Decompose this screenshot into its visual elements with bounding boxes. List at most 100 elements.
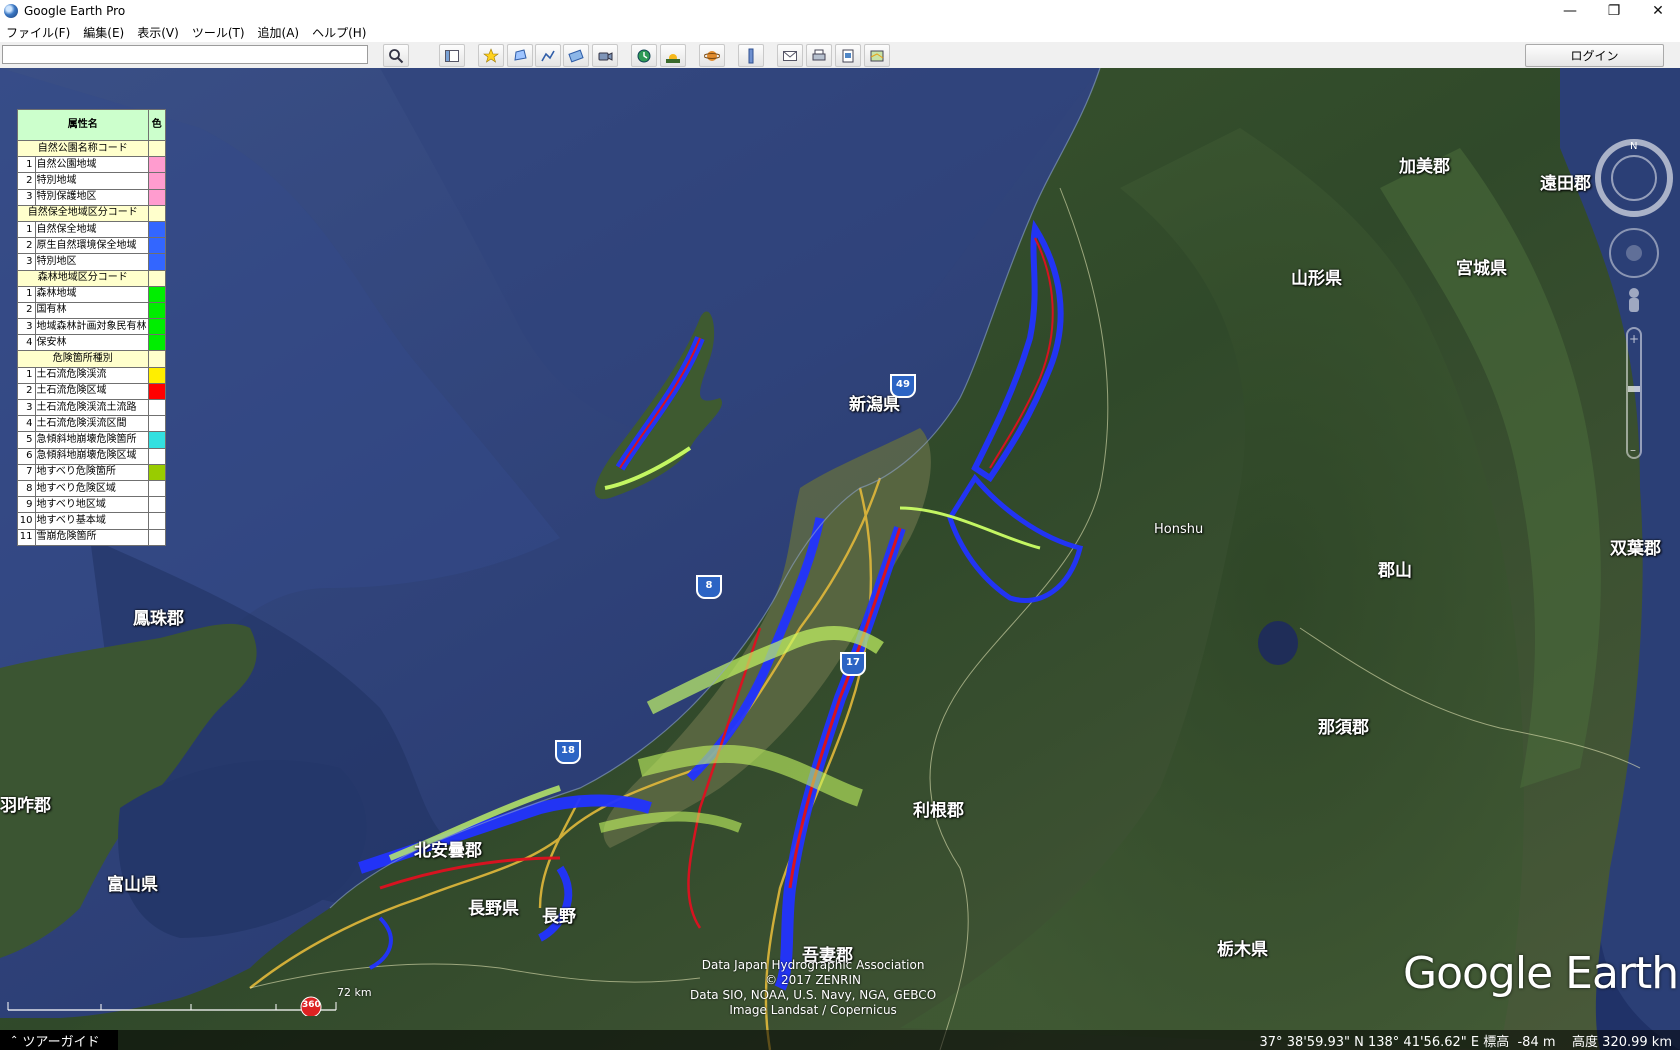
place-label[interactable]: 加美郡 <box>1399 152 1450 177</box>
map-icon <box>870 50 884 61</box>
legend-section-row: 森林地域区分コード <box>17 269 167 287</box>
legend-item-label: 地すべり危険区域 <box>34 479 149 498</box>
street-view-pegman-icon[interactable] <box>1629 288 1639 312</box>
restore-button[interactable]: ❐ <box>1592 0 1636 22</box>
legend-item-number: 10 <box>17 512 36 530</box>
tour-guide-button[interactable]: ⌃ ツアーガイド <box>0 1030 118 1050</box>
historical-imagery-button[interactable] <box>631 44 657 67</box>
place-label[interactable]: 栃木県 <box>1217 935 1268 960</box>
add-image-overlay-button[interactable] <box>563 44 589 67</box>
navigation-controls: N + – <box>1594 138 1674 478</box>
compass-icon[interactable]: N <box>1595 139 1673 217</box>
place-label[interactable]: 長野県 <box>468 894 519 919</box>
legend-item-number: 2 <box>17 237 36 255</box>
printer-icon <box>812 49 826 60</box>
look-joystick-icon[interactable] <box>1609 228 1659 278</box>
menu-tools[interactable]: ツール(T) <box>186 24 252 41</box>
legend-item-number: 2 <box>17 382 36 401</box>
svg-text:–: – <box>1630 443 1636 457</box>
ruler-button[interactable] <box>738 44 764 67</box>
sunlight-button[interactable] <box>660 44 686 67</box>
legend-color-swatch <box>147 431 167 449</box>
legend-item-label: 地すべり地区域 <box>34 496 149 514</box>
place-label[interactable]: 宮城県 <box>1456 254 1507 279</box>
legend-item-row: 3 土石流危険渓流土流路 <box>17 398 167 417</box>
sidebar-toggle-button[interactable] <box>439 44 465 67</box>
save-image-button[interactable] <box>835 44 861 67</box>
legend-item-row: 1 自然保全地域 <box>17 220 167 239</box>
legend-item-number: 11 <box>17 528 36 546</box>
record-tour-button[interactable] <box>592 44 618 67</box>
legend-color-swatch <box>147 253 167 271</box>
legend-item-row: 1 土石流危険渓流 <box>17 366 167 384</box>
legend-item-label: 土石流危険渓流土流路 <box>34 398 149 417</box>
toolbar: ログイン <box>0 42 1680 69</box>
email-button[interactable] <box>777 44 803 67</box>
add-path-button[interactable] <box>535 44 561 67</box>
legend-color-swatch <box>147 463 167 481</box>
satellite-terrain <box>0 68 1680 1050</box>
minimize-button[interactable]: — <box>1548 0 1592 22</box>
legend-color-swatch <box>147 172 167 190</box>
menu-add[interactable]: 追加(A) <box>252 24 307 41</box>
add-polygon-button[interactable] <box>507 44 533 67</box>
legend-section-row: 危険箇所種別 <box>17 350 167 368</box>
legend-color-swatch <box>147 398 167 417</box>
add-placemark-button[interactable] <box>478 44 504 67</box>
legend-item-label: 原生自然環境保全地域 <box>34 237 149 255</box>
legend-item-row: 5 急傾斜地崩壊危険箇所 <box>17 431 167 449</box>
place-label[interactable]: 山形県 <box>1291 264 1342 289</box>
place-label[interactable]: 北安曇郡 <box>414 836 482 861</box>
legend-section-title: 自然公園名称コード <box>17 139 149 158</box>
sun-icon <box>666 53 680 63</box>
legend-item-label: 自然保全地域 <box>34 220 149 239</box>
place-label[interactable]: Honshu <box>1154 522 1203 537</box>
legend-color-swatch <box>147 415 167 433</box>
menu-file[interactable]: ファイル(F) <box>0 24 77 41</box>
view-in-maps-button[interactable] <box>864 44 890 67</box>
place-label[interactable]: 利根郡 <box>913 796 964 821</box>
place-label[interactable]: 鳳珠郡 <box>133 604 184 629</box>
legend-item-number: 9 <box>17 496 36 514</box>
search-button[interactable] <box>383 44 409 67</box>
print-button[interactable] <box>806 44 832 67</box>
zoom-slider[interactable]: + – <box>1626 327 1642 459</box>
planets-button[interactable] <box>699 44 725 67</box>
save-image-icon <box>842 49 854 62</box>
google-earth-icon <box>4 4 18 18</box>
legend-color-swatch <box>147 496 167 514</box>
place-label[interactable]: 那須郡 <box>1318 713 1369 738</box>
legend-item-row: 3 地域森林計画対象民有林 <box>17 318 167 336</box>
legend-item-row: 4 保安林 <box>17 334 167 352</box>
legend-item-label: 保安林 <box>34 334 149 352</box>
menu-bar: ファイル(F) 編集(E) 表示(V) ツール(T) 追加(A) ヘルプ(H) <box>0 22 1680 42</box>
menu-view[interactable]: 表示(V) <box>131 24 186 41</box>
close-button[interactable]: ✕ <box>1636 0 1680 22</box>
legend-item-label: 自然公園地域 <box>34 156 149 174</box>
ruler-icon <box>748 48 754 63</box>
place-label[interactable]: 長野 <box>542 902 576 927</box>
legend-header-color: 色 <box>147 109 167 141</box>
legend-item-row: 2 国有林 <box>17 301 167 320</box>
legend-item-number: 1 <box>17 285 36 303</box>
place-label[interactable]: 羽咋郡 <box>0 791 51 816</box>
map-view[interactable]: 加美郡 遠田郡 山形県 宮城県 新潟県 Honshu 双葉郡 郡山 鳳珠郡 那須… <box>0 68 1680 1050</box>
menu-help[interactable]: ヘルプ(H) <box>306 24 373 41</box>
menu-edit[interactable]: 編集(E) <box>77 24 131 41</box>
search-input[interactable] <box>2 45 368 64</box>
legend-color-swatch <box>147 479 167 498</box>
polygon-icon <box>514 48 527 61</box>
place-label[interactable]: 双葉郡 <box>1610 534 1661 559</box>
search-icon <box>389 48 404 63</box>
legend-item-label: 特別地域 <box>34 172 149 190</box>
place-label[interactable]: 遠田郡 <box>1540 169 1591 194</box>
place-label[interactable]: 郡山 <box>1378 556 1412 581</box>
legend-section-color <box>147 350 167 368</box>
place-label[interactable]: 富山県 <box>107 870 158 895</box>
envelope-icon <box>783 50 797 61</box>
legend-item-label: 地域森林計画対象民有林 <box>34 318 149 336</box>
login-button[interactable]: ログイン <box>1525 44 1664 67</box>
legend-item-number: 3 <box>17 398 36 417</box>
legend-color-swatch <box>147 366 167 384</box>
clock-icon <box>637 49 651 62</box>
